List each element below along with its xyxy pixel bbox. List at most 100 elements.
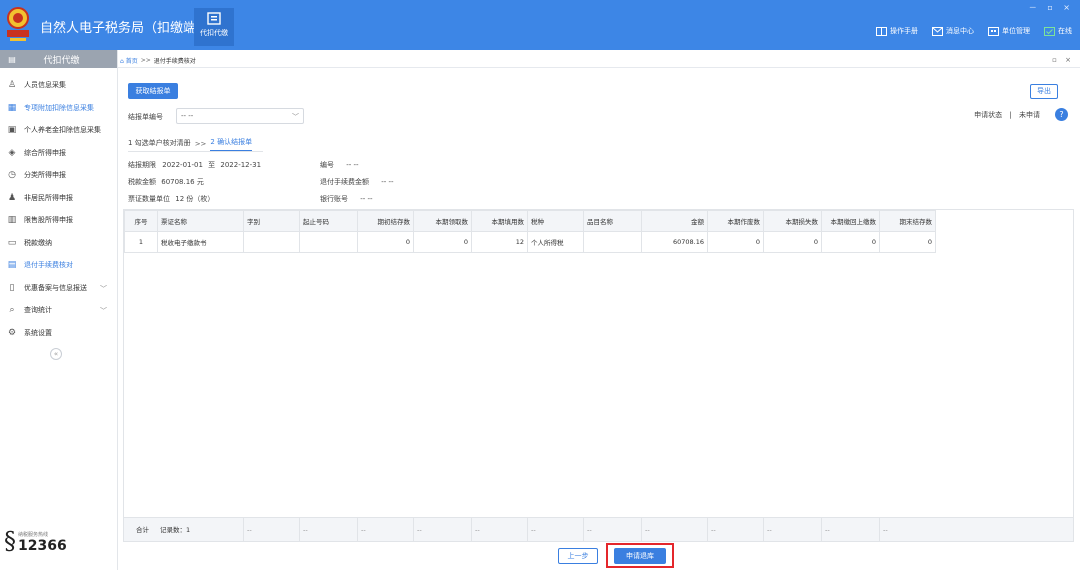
settlement-number-select[interactable]: -- -- ﹀ [176, 108, 304, 124]
highlight-box [606, 543, 674, 568]
table-cell: 0 [763, 231, 822, 253]
hotline-caption: 纳税服务热线 [18, 532, 49, 538]
previous-step-button[interactable]: 上一步 [558, 548, 598, 564]
sidebar-item-label: 限售股所得申报 [24, 216, 73, 225]
voucher-table-container: 序号 票证名称 字别 起止号码 期初结存数 本期领取数 本期填用数 税种 品目名… [123, 209, 1074, 542]
fetch-settlement-button[interactable]: 获取结报单 [128, 83, 178, 99]
tax-amount-info: 税款金额 60708.16 元 [128, 177, 204, 187]
sidebar-header: ▤ 代扣代缴 [0, 50, 117, 68]
sidebar-item-label: 税款缴纳 [24, 238, 52, 247]
window-controls[interactable]: － ▫ × [1029, 2, 1074, 13]
book-icon [876, 26, 887, 36]
column-header: 期末结存数 [879, 210, 936, 232]
tax-amount-label: 税款金额 [128, 178, 156, 186]
column-header: 序号 [124, 210, 158, 232]
breadcrumb-home-link[interactable]: ⌂ 首页 [120, 56, 138, 65]
column-header: 期初结存数 [357, 210, 414, 232]
online-status-button[interactable]: 在线 [1044, 26, 1072, 36]
breadcrumb: ⌂ 首页 >> 退付手续费核对 ▫ × [118, 54, 1080, 68]
top-right-menu: 操作手册 消息中心 单位管理 在线 [876, 26, 1072, 36]
top-bar: 自然人电子税务局（扣缴端） 代扣代缴 － ▫ × 操作手册 消息中心 单位管理 … [0, 0, 1080, 50]
layers-icon: ◈ [8, 147, 16, 158]
sidebar-item-query-statistics[interactable]: ⌕ 查询统计 ﹀ [0, 299, 117, 322]
table-cell: 税收电子缴款书 [157, 231, 244, 253]
voucher-info: 票证数量单位 12 份（枚） [128, 194, 214, 204]
hotline-logo-icon: § [4, 527, 16, 555]
column-header: 本期缴回上缴数 [821, 210, 880, 232]
export-button[interactable]: 导出 [1030, 84, 1058, 99]
voucher-value: 12 份（枚） [175, 195, 215, 203]
table-cell: 0 [413, 231, 472, 253]
sidebar-item-fee-refund-check[interactable]: ▤ 退付手续费核对 [0, 254, 117, 277]
bank-account-info: 银行账号 -- -- [320, 194, 373, 204]
message-icon [932, 26, 943, 36]
step-1-tab[interactable]: 1 勾选单户核对清册 [128, 138, 191, 151]
footer-cell: -- [707, 518, 716, 542]
nav-withholding-button[interactable]: 代扣代缴 [194, 8, 234, 46]
column-header: 品目名称 [583, 210, 642, 232]
breadcrumb-current: 退付手续费核对 [153, 58, 196, 65]
period-to: 至 [208, 161, 216, 169]
step-indicator: 1 勾选单户核对清册 >> 2 确认结报单 [128, 137, 253, 151]
hotline-number: 12366 [18, 538, 67, 554]
table-cell [583, 231, 642, 253]
steps-divider [128, 151, 263, 152]
table-row[interactable]: 1 税收电子缴款书 0 0 12 个人所得税 60708.16 0 0 0 0 [124, 231, 936, 253]
table-cell: 0 [821, 231, 880, 253]
sidebar-item-special-deduction[interactable]: ▦ 专项附加扣除信息采集 [0, 97, 117, 120]
status-value: 未申请 [1019, 111, 1040, 119]
footer-cell: -- [471, 518, 480, 542]
sidebar-item-tax-payment[interactable]: ▭ 税款缴纳 [0, 232, 117, 255]
period-start: 2022-01-01 [162, 161, 203, 169]
bank-account-label: 银行账号 [320, 195, 348, 203]
bank-account-value: -- -- [360, 195, 373, 203]
user-icon: ♟ [7, 192, 17, 203]
grid-icon: ▦ [7, 102, 17, 113]
clock-icon: ◷ [8, 170, 16, 181]
footer-cell: -- [583, 518, 592, 542]
application-status: 申请状态 | 未申请 [974, 110, 1040, 120]
sidebar-item-preferential-filing[interactable]: ▯ 优惠备案与信息报送 ﹀ [0, 277, 117, 300]
clipboard-icon [207, 12, 221, 25]
sidebar-item-classified-income[interactable]: ◷ 分类所得申报 [0, 164, 117, 187]
sidebar-item-restricted-shares[interactable]: ▥ 限售股所得申报 [0, 209, 117, 232]
search-icon: ⌕ [9, 305, 15, 316]
sidebar: ▤ 代扣代缴 ♙ 人员信息采集 ▦ 专项附加扣除信息采集 ▣ 个人养老金扣除信息… [0, 50, 118, 570]
sidebar-item-nonresident-income[interactable]: ♟ 非居民所得申报 [0, 187, 117, 210]
status-label: 申请状态 [974, 111, 1003, 119]
sidebar-item-label: 专项附加扣除信息采集 [24, 103, 94, 112]
building-icon [988, 26, 999, 36]
step-2-tab[interactable]: 2 确认结报单 [210, 137, 253, 151]
column-header: 税种 [527, 210, 584, 232]
help-icon[interactable]: ? [1055, 108, 1068, 121]
gear-icon: ⚙ [7, 327, 17, 338]
period-label: 结报期限 [128, 161, 156, 169]
nav-withholding-label: 代扣代缴 [200, 29, 228, 37]
sidebar-item-system-settings[interactable]: ⚙ 系统设置 [0, 322, 117, 345]
footer-cell: -- [641, 518, 650, 542]
message-center-button[interactable]: 消息中心 [932, 26, 974, 36]
voucher-table: 序号 票证名称 字别 起止号码 期初结存数 本期领取数 本期填用数 税种 品目名… [124, 210, 936, 253]
manual-button[interactable]: 操作手册 [876, 26, 918, 36]
collapse-sidebar-button[interactable]: « [50, 348, 62, 360]
table-cell [243, 231, 300, 253]
sidebar-item-personnel-info[interactable]: ♙ 人员信息采集 [0, 74, 117, 97]
table-cell: 1 [124, 231, 158, 253]
chevron-down-icon: ﹀ [292, 113, 299, 121]
sidebar-item-label: 查询统计 [24, 306, 52, 315]
sidebar-item-pension-deduction[interactable]: ▣ 个人养老金扣除信息采集 [0, 119, 117, 142]
table-cell: 0 [357, 231, 414, 253]
manual-label: 操作手册 [890, 27, 918, 35]
sidebar-item-label: 退付手续费核对 [24, 261, 73, 270]
voucher-label: 票证数量单位 [128, 195, 170, 203]
tax-amount-value: 60708.16 元 [161, 178, 204, 186]
unit-management-button[interactable]: 单位管理 [988, 26, 1030, 36]
sidebar-item-label: 优惠备案与信息报送 [24, 283, 87, 292]
unit-management-label: 单位管理 [1002, 27, 1030, 35]
settlement-number-label: 结报单编号 [128, 113, 163, 121]
tab-window-controls[interactable]: ▫ × [1052, 56, 1074, 64]
hotline-badge: § 纳税服务热线 12366 [4, 528, 67, 554]
table-cell: 个人所得税 [527, 231, 584, 253]
refund-fee-label: 退付手续费金额 [320, 178, 369, 186]
sidebar-item-comprehensive-income[interactable]: ◈ 综合所得申报 [0, 142, 117, 165]
